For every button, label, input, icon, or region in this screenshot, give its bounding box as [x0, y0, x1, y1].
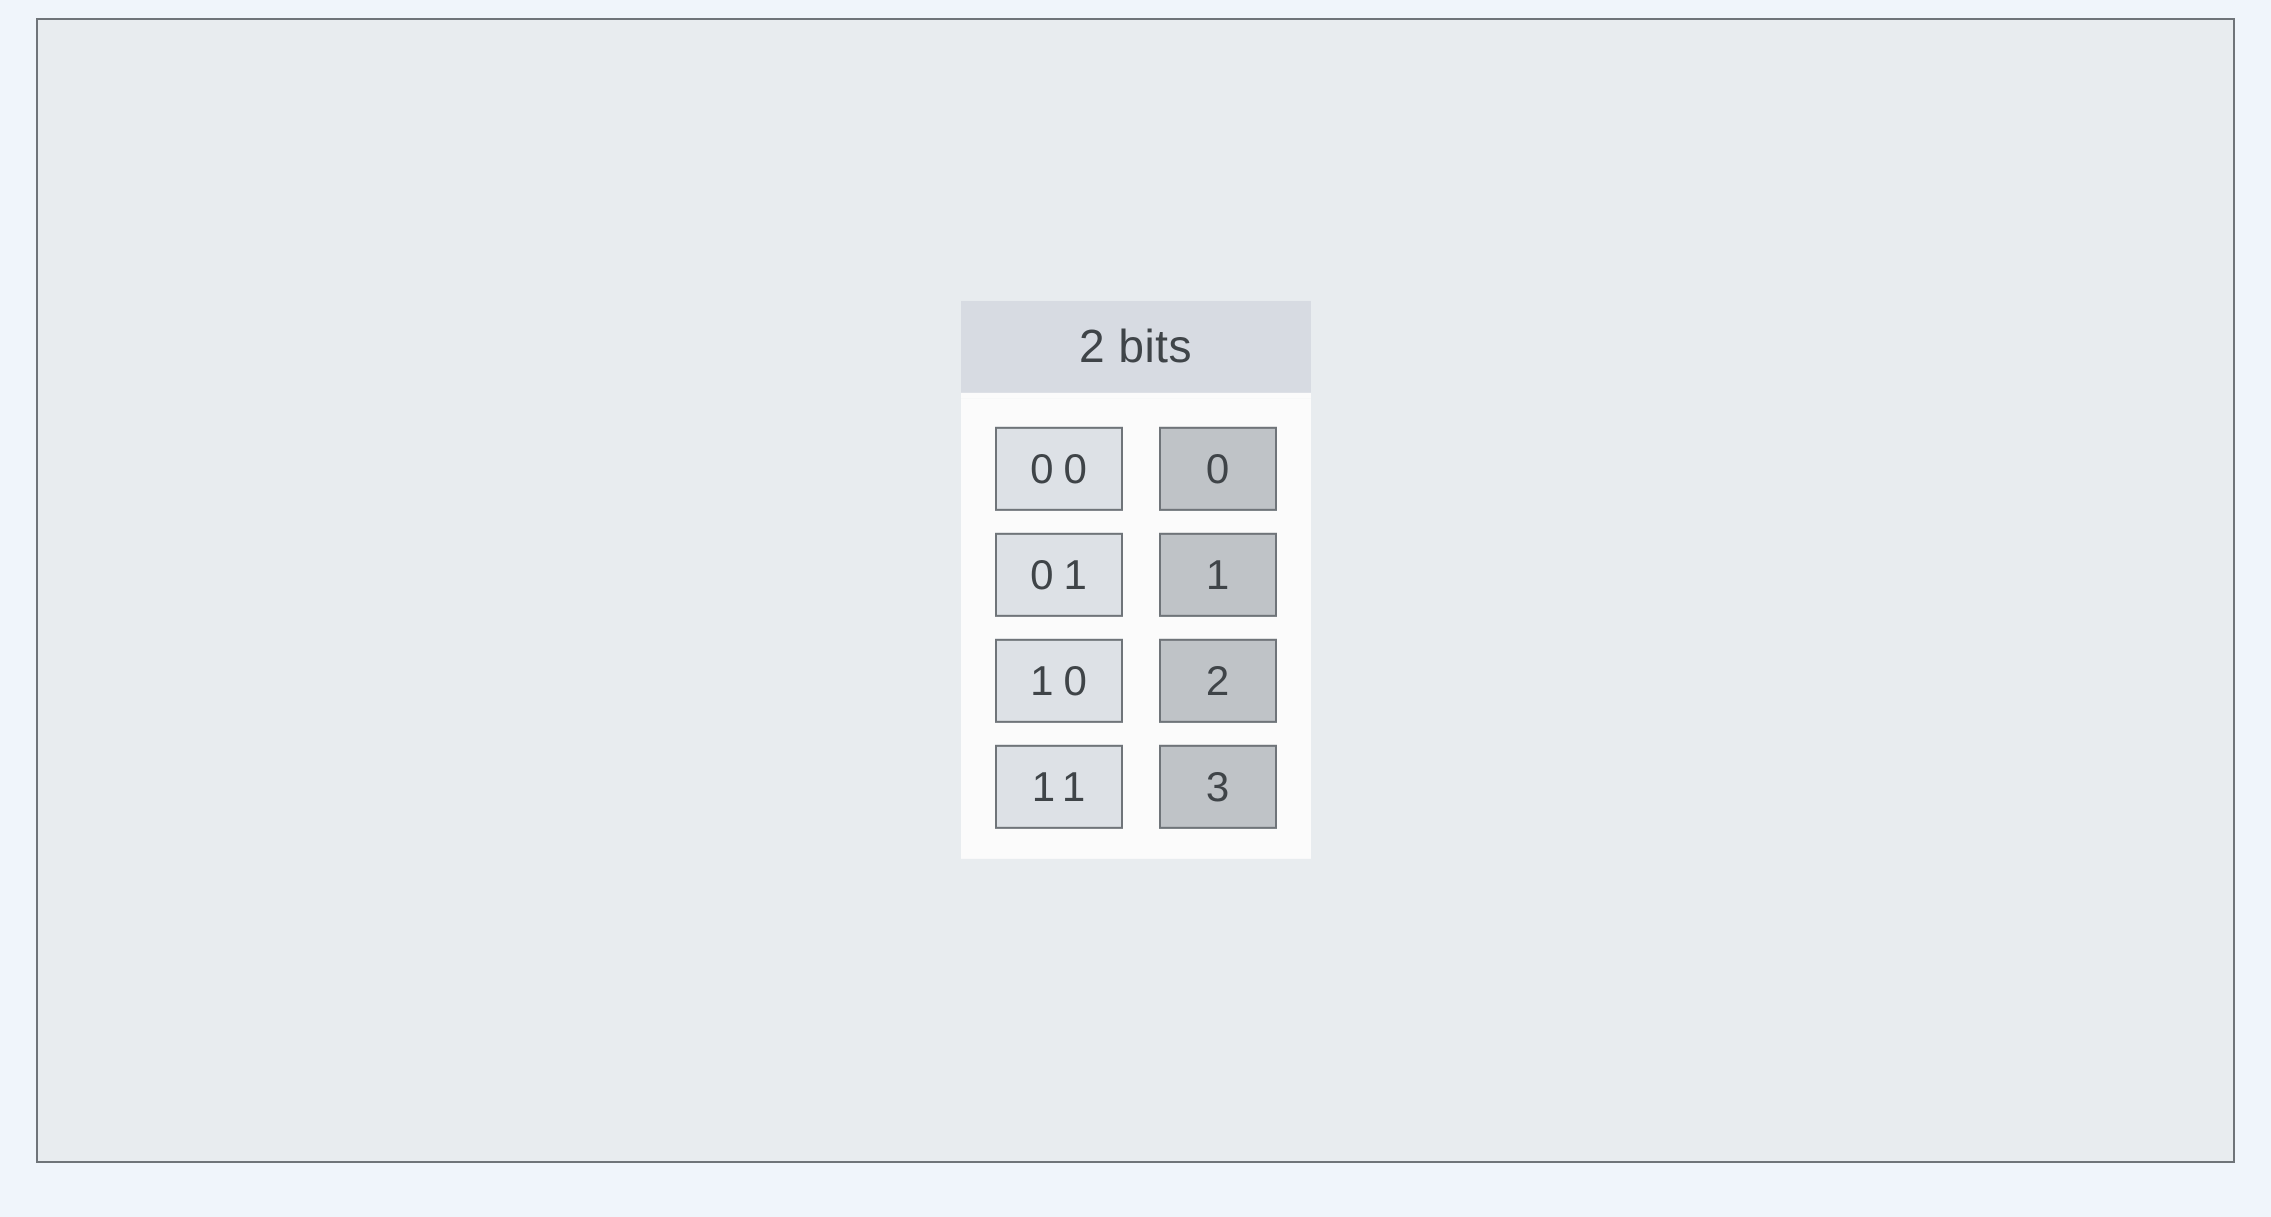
bits-cell: 01 [995, 532, 1123, 616]
bits-card: 2 bits 00 0 01 1 10 2 11 3 [961, 300, 1311, 858]
bits-row: 01 1 [987, 532, 1285, 616]
rows-container: 00 0 01 1 10 2 11 3 [961, 398, 1311, 858]
bits-row: 10 2 [987, 638, 1285, 722]
bits-cell: 10 [995, 638, 1123, 722]
decimal-cell: 1 [1159, 532, 1277, 616]
card-title: 2 bits [961, 300, 1311, 398]
bits-row: 11 3 [987, 744, 1285, 828]
decimal-cell: 3 [1159, 744, 1277, 828]
bits-cell: 00 [995, 426, 1123, 510]
decimal-cell: 2 [1159, 638, 1277, 722]
bits-row: 00 0 [987, 426, 1285, 510]
decimal-cell: 0 [1159, 426, 1277, 510]
bits-cell: 11 [995, 744, 1123, 828]
diagram-frame: 2 bits 00 0 01 1 10 2 11 3 [36, 18, 2235, 1163]
